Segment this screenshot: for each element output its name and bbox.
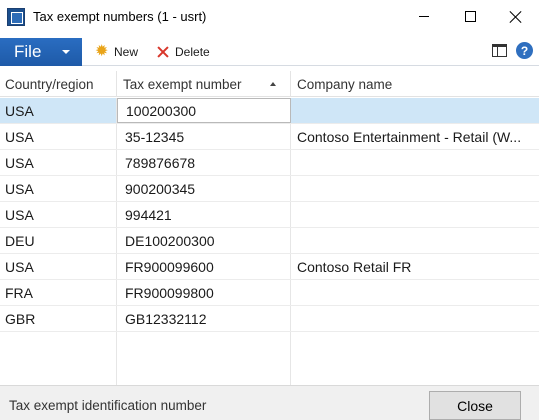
window-title: Tax exempt numbers (1 - usrt) bbox=[33, 9, 207, 24]
table-row[interactable]: FRA FR900099800 bbox=[0, 280, 539, 306]
grid-header: Country/region Tax exempt number Company… bbox=[0, 71, 539, 97]
grid-rows: USA 100200300 USA 35-12345 Contoso Enter… bbox=[0, 98, 539, 332]
cell-country[interactable]: USA bbox=[0, 150, 117, 175]
new-button[interactable]: New bbox=[95, 41, 139, 60]
cell-company[interactable] bbox=[291, 176, 539, 201]
cell-company[interactable] bbox=[291, 150, 539, 175]
help-icon[interactable]: ? bbox=[516, 42, 533, 59]
column-header-tax-number-label: Tax exempt number bbox=[123, 76, 242, 92]
column-header-country[interactable]: Country/region bbox=[0, 71, 117, 97]
cell-tax-number[interactable]: 35-12345 bbox=[117, 124, 291, 149]
cell-country[interactable]: USA bbox=[0, 254, 117, 279]
status-bar: Tax exempt identification number Close bbox=[0, 385, 539, 420]
new-button-label: New bbox=[114, 44, 139, 59]
cell-tax-number[interactable]: FR900099600 bbox=[117, 254, 291, 279]
cell-tax-number[interactable]: DE100200300 bbox=[117, 228, 291, 253]
table-row[interactable]: USA FR900099600 Contoso Retail FR bbox=[0, 254, 539, 280]
window-controls bbox=[401, 0, 539, 33]
cell-country[interactable]: FRA bbox=[0, 280, 117, 305]
title-bar: Tax exempt numbers (1 - usrt) bbox=[0, 0, 539, 33]
column-header-company[interactable]: Company name bbox=[291, 71, 539, 97]
app-icon bbox=[7, 7, 25, 26]
table-row[interactable]: USA 994421 bbox=[0, 202, 539, 228]
table-row[interactable]: USA 35-12345 Contoso Entertainment - Ret… bbox=[0, 124, 539, 150]
file-menu-button[interactable]: File bbox=[0, 37, 82, 66]
cell-company[interactable] bbox=[291, 98, 539, 123]
maximize-icon bbox=[464, 11, 476, 22]
cell-company[interactable]: Contoso Entertainment - Retail (W... bbox=[291, 124, 539, 149]
cell-company[interactable] bbox=[291, 280, 539, 305]
action-pane: File New Delete ? bbox=[0, 37, 539, 66]
delete-x-icon bbox=[156, 45, 170, 59]
cell-tax-number[interactable]: GB12332112 bbox=[117, 306, 291, 331]
delete-button-label: Delete bbox=[175, 44, 210, 59]
maximize-button[interactable] bbox=[447, 0, 493, 33]
cell-tax-number[interactable]: 789876678 bbox=[117, 150, 291, 175]
cell-country[interactable]: DEU bbox=[0, 228, 117, 253]
close-icon bbox=[510, 11, 522, 23]
table-row[interactable]: USA 900200345 bbox=[0, 176, 539, 202]
panel-layout-icon[interactable] bbox=[492, 44, 507, 57]
close-button[interactable]: Close bbox=[429, 391, 521, 420]
cell-company[interactable]: Contoso Retail FR bbox=[291, 254, 539, 279]
toolbar-right-tools: ? bbox=[492, 42, 533, 59]
new-star-icon bbox=[95, 41, 110, 60]
tax-exempt-grid: Country/region Tax exempt number Company… bbox=[0, 71, 539, 385]
close-window-button[interactable] bbox=[493, 0, 539, 33]
cell-tax-number[interactable]: FR900099800 bbox=[117, 280, 291, 305]
cell-company[interactable] bbox=[291, 306, 539, 331]
minimize-icon bbox=[419, 16, 429, 17]
cell-country[interactable]: USA bbox=[0, 202, 117, 227]
table-row[interactable]: USA 789876678 bbox=[0, 150, 539, 176]
file-menu-label: File bbox=[14, 41, 42, 61]
minimize-button[interactable] bbox=[401, 0, 447, 33]
sort-ascending-icon bbox=[270, 82, 276, 86]
chevron-down-icon bbox=[62, 49, 70, 54]
cell-country[interactable]: USA bbox=[0, 98, 117, 123]
cell-tax-number[interactable]: 900200345 bbox=[117, 176, 291, 201]
table-row[interactable]: GBR GB12332112 bbox=[0, 306, 539, 332]
cell-country[interactable]: GBR bbox=[0, 306, 117, 331]
cell-country[interactable]: USA bbox=[0, 176, 117, 201]
cell-company[interactable] bbox=[291, 228, 539, 253]
table-row[interactable]: DEU DE100200300 bbox=[0, 228, 539, 254]
cell-company[interactable] bbox=[291, 202, 539, 227]
cell-tax-number[interactable]: 994421 bbox=[117, 202, 291, 227]
column-header-tax-number[interactable]: Tax exempt number bbox=[117, 71, 291, 97]
delete-button[interactable]: Delete bbox=[156, 45, 210, 59]
table-row[interactable]: USA 100200300 bbox=[0, 98, 539, 124]
cell-tax-number-input[interactable]: 100200300 bbox=[117, 98, 291, 123]
status-text: Tax exempt identification number bbox=[9, 398, 207, 413]
cell-country[interactable]: USA bbox=[0, 124, 117, 149]
